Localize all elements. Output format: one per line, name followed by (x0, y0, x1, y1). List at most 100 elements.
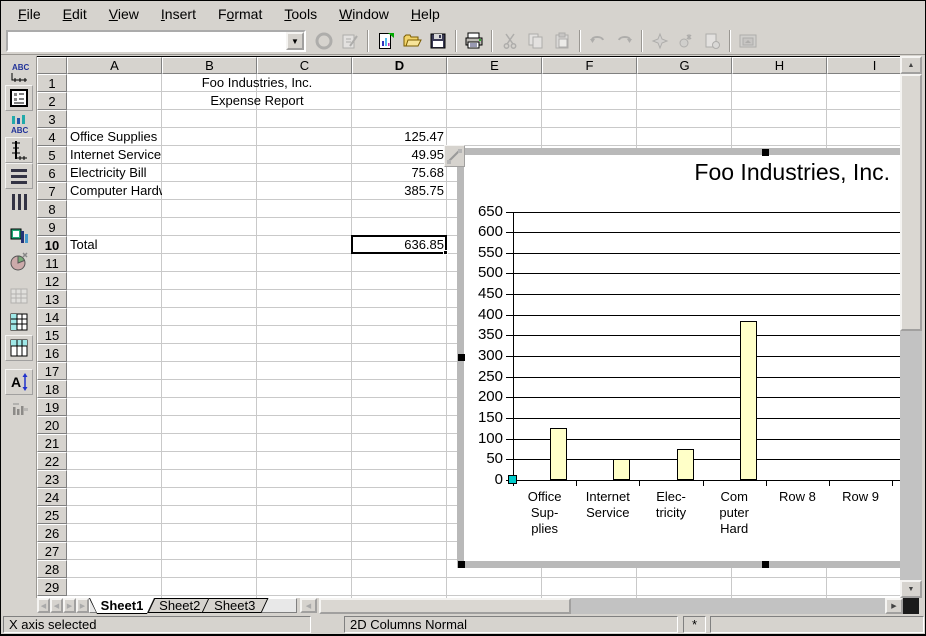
row-header-2[interactable]: 2 (37, 92, 67, 110)
tab-sheet2[interactable]: Sheet2 (151, 598, 209, 613)
column-header-B[interactable]: B (162, 57, 257, 74)
menu-window[interactable]: Window (328, 3, 400, 25)
chart-handle-top-center[interactable] (762, 149, 769, 156)
formula-combo-input[interactable] (8, 32, 286, 50)
save-icon[interactable] (426, 29, 450, 53)
menu-insert[interactable]: Insert (150, 3, 207, 25)
chart-type-icon[interactable] (5, 223, 33, 249)
row-header-22[interactable]: 22 (37, 452, 67, 470)
pie-icon[interactable] (5, 249, 33, 275)
vertical-scrollbar[interactable]: ▲ ▼ (900, 56, 922, 598)
horizontal-scroll-thumb[interactable] (319, 598, 571, 614)
row-header-16[interactable]: 16 (37, 344, 67, 362)
row-header-24[interactable]: 24 (37, 488, 67, 506)
print-icon[interactable] (462, 29, 486, 53)
row-header-5[interactable]: 5 (37, 146, 67, 164)
menu-view[interactable]: View (98, 3, 150, 25)
row-header-23[interactable]: 23 (37, 470, 67, 488)
data-rows-icon[interactable] (5, 309, 33, 335)
row-header-1[interactable]: 1 (37, 74, 67, 92)
row-header-29[interactable]: 29 (37, 578, 67, 596)
bar-3[interactable] (677, 449, 694, 480)
object-anchor-icon[interactable] (444, 145, 465, 167)
row-header-17[interactable]: 17 (37, 362, 67, 380)
row-header-14[interactable]: 14 (37, 308, 67, 326)
menu-edit[interactable]: Edit (52, 3, 98, 25)
x-axis-line[interactable] (513, 480, 900, 481)
horizontal-scrollbar[interactable]: ▶ (319, 598, 885, 614)
scroll-down-button[interactable]: ▼ (900, 580, 922, 598)
combo-dropdown-icon[interactable]: ▼ (286, 32, 304, 50)
row-header-11[interactable]: 11 (37, 254, 67, 272)
menu-tools[interactable]: Tools (273, 3, 328, 25)
vertical-grid-icon[interactable] (5, 189, 33, 215)
data-columns-icon[interactable] (5, 335, 33, 361)
open-icon[interactable] (400, 29, 424, 53)
chart-handle-bottom-center[interactable] (762, 561, 769, 568)
row-header-18[interactable]: 18 (37, 380, 67, 398)
tab-sheet3[interactable]: Sheet3 (205, 598, 265, 613)
column-header-F[interactable]: F (542, 57, 637, 74)
tab-scroll-left-button[interactable]: ◀ (300, 598, 317, 613)
active-cell-selection[interactable] (351, 235, 447, 254)
chart-object[interactable]: Foo Industries, Inc.05010015020025030035… (457, 148, 900, 568)
cell-D6[interactable]: 75.68 (352, 164, 447, 182)
row-header-15[interactable]: 15 (37, 326, 67, 344)
row-header-13[interactable]: 13 (37, 290, 67, 308)
prev-sheet-button[interactable]: ◀ (50, 598, 63, 613)
first-sheet-button[interactable]: ◀ (37, 598, 50, 613)
cell-A10[interactable]: Total (67, 236, 162, 254)
cell-B2[interactable]: Expense Report (162, 92, 352, 110)
menu-file[interactable]: File (7, 3, 52, 25)
row-header-4[interactable]: 4 (37, 128, 67, 146)
grid-corner[interactable] (37, 57, 67, 74)
y-axis-icon[interactable] (5, 137, 33, 163)
row-header-10[interactable]: 10 (37, 236, 67, 254)
row-header-28[interactable]: 28 (37, 560, 67, 578)
bar-4[interactable] (740, 321, 757, 480)
row-header-19[interactable]: 19 (37, 398, 67, 416)
column-header-C[interactable]: C (257, 57, 352, 74)
cell-D7[interactable]: 385.75 (352, 182, 447, 200)
row-header-20[interactable]: 20 (37, 416, 67, 434)
column-header-I[interactable]: I (827, 57, 900, 74)
column-header-A[interactable]: A (67, 57, 162, 74)
scroll-up-button[interactable]: ▲ (900, 56, 922, 74)
menu-help[interactable]: Help (400, 3, 451, 25)
formula-combo[interactable]: ▼ (6, 30, 306, 52)
row-header-12[interactable]: 12 (37, 272, 67, 290)
chart-title-icon[interactable]: ABC (5, 111, 33, 137)
axis-labels-icon[interactable]: ABC (5, 59, 33, 85)
cell-A5[interactable]: Internet Service (67, 146, 162, 164)
cell-D5[interactable]: 49.95 (352, 146, 447, 164)
scroll-right-button[interactable]: ▶ (885, 598, 903, 614)
column-header-H[interactable]: H (732, 57, 827, 74)
row-header-3[interactable]: 3 (37, 110, 67, 128)
row-header-27[interactable]: 27 (37, 542, 67, 560)
new-icon[interactable] (374, 29, 398, 53)
cell-D4[interactable]: 125.47 (352, 128, 447, 146)
menu-format[interactable]: Format (207, 3, 273, 25)
row-header-7[interactable]: 7 (37, 182, 67, 200)
fill-handle[interactable] (443, 250, 448, 255)
row-header-21[interactable]: 21 (37, 434, 67, 452)
tab-sheet1[interactable]: Sheet1 (89, 598, 155, 614)
vertical-scroll-thumb[interactable] (900, 74, 922, 331)
chart-frame-bottom[interactable] (457, 561, 900, 568)
cell-B1[interactable]: Foo Industries, Inc. (162, 74, 352, 92)
last-sheet-button[interactable]: ▶ (76, 598, 89, 613)
row-header-25[interactable]: 25 (37, 506, 67, 524)
cell-A4[interactable]: Office Supplies (67, 128, 162, 146)
axis-selection-marker[interactable] (508, 475, 517, 484)
spreadsheet-area[interactable]: ABCDEFGHI1234567891011121314151617181920… (37, 56, 900, 598)
bar-2[interactable] (613, 459, 630, 480)
column-header-E[interactable]: E (447, 57, 542, 74)
next-sheet-button[interactable]: ▶ (63, 598, 76, 613)
column-header-G[interactable]: G (637, 57, 732, 74)
row-header-9[interactable]: 9 (37, 218, 67, 236)
chart-handle-bottom-left[interactable] (458, 561, 465, 568)
row-header-26[interactable]: 26 (37, 524, 67, 542)
cell-A6[interactable]: Electricity Bill (67, 164, 162, 182)
font-size-icon[interactable]: A (5, 369, 33, 395)
column-header-D[interactable]: D (352, 57, 447, 74)
